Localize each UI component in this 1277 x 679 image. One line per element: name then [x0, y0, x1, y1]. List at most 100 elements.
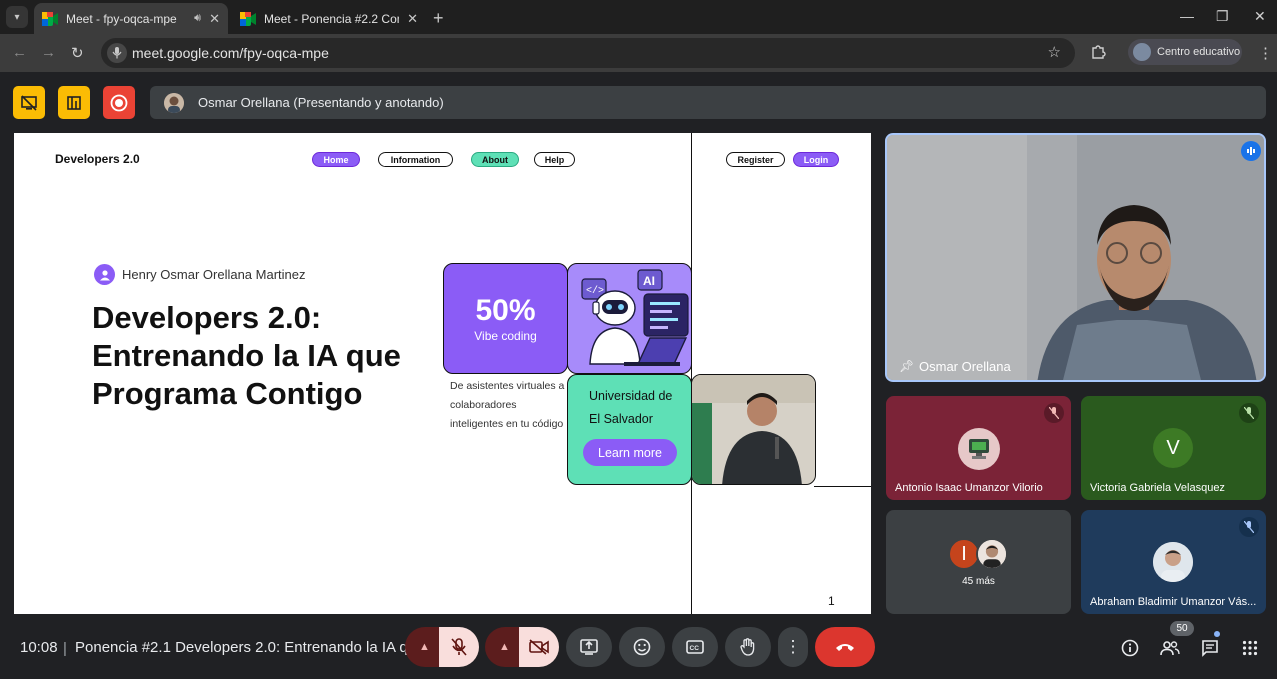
- hand-icon: [740, 638, 755, 656]
- presenter-avatar: [164, 92, 184, 113]
- presenting-text: Osmar Orellana (Presentando y anotando): [198, 95, 444, 110]
- more-participants-tile[interactable]: I 45 más: [886, 510, 1071, 614]
- stop-presenting-button[interactable]: [13, 86, 45, 119]
- back-arrow-icon[interactable]: ←: [12, 44, 27, 61]
- captions-button[interactable]: CC: [672, 627, 718, 667]
- robot-ai-badge: AI: [643, 274, 655, 288]
- university-name: Universidad de El Salvador: [589, 389, 673, 426]
- slide-brand: Developers 2.0: [55, 152, 140, 166]
- mic-off-icon: [1044, 403, 1064, 423]
- slide-nav-register: Register: [726, 152, 785, 167]
- whiteboard-button[interactable]: [58, 86, 90, 119]
- separator: |: [63, 640, 67, 657]
- record-icon: [110, 94, 128, 111]
- presenting-banner: Osmar Orellana (Presentando y anotando): [150, 86, 1266, 119]
- profile-label: Centro educativo: [1157, 46, 1241, 58]
- new-tab-button[interactable]: +: [433, 8, 444, 29]
- slide-divider-vertical: [691, 133, 692, 614]
- maximize-icon[interactable]: ❐: [1216, 8, 1229, 25]
- captions-icon: CC: [686, 640, 704, 654]
- reload-icon[interactable]: ↻: [71, 44, 84, 62]
- tab-title: Meet - Ponencia #2.2 Construy: [264, 11, 399, 26]
- university-card: Universidad de El Salvador Learn more: [567, 374, 692, 485]
- participant-avatar: [958, 428, 1000, 470]
- reactions-button[interactable]: [619, 627, 665, 667]
- tab-meet-ponencia[interactable]: Meet - Ponencia #2.2 Construy ✕: [232, 3, 426, 34]
- present-now-button[interactable]: [566, 627, 612, 667]
- activities-button[interactable]: [1239, 637, 1261, 659]
- svg-text:CC: CC: [690, 645, 700, 652]
- speaking-indicator-icon: [1241, 141, 1261, 161]
- people-button[interactable]: [1159, 637, 1181, 659]
- chevron-up-icon: ▲: [499, 641, 510, 653]
- more-options-button[interactable]: ⋮: [778, 627, 808, 667]
- profile-avatar: [1133, 43, 1151, 61]
- tab-title: Meet - fpy-oqca-mpe: [66, 11, 177, 26]
- browser-toolbar: ← → ↻ meet.google.com/fpy-oqca-mpe ☆ Cen…: [0, 34, 1277, 72]
- browser-tab-strip: ▾ Meet - fpy-oqca-mpe 🔊︎ ✕ Meet - Ponenc…: [0, 0, 1277, 34]
- more-vert-icon: ⋮: [784, 637, 802, 656]
- slide-description: De asistentes virtuales a colaboradores …: [450, 380, 565, 430]
- leave-call-button[interactable]: [815, 627, 875, 667]
- address-bar[interactable]: meet.google.com/fpy-oqca-mpe ☆: [101, 38, 1075, 68]
- close-tab-icon[interactable]: ✕: [209, 11, 220, 27]
- participant-name: Abraham Bladimir Umanzor Vás...: [1090, 596, 1257, 608]
- close-tab-icon[interactable]: ✕: [407, 11, 418, 27]
- more-participants-count: 45 más: [962, 576, 995, 587]
- profile-button[interactable]: Centro educativo: [1128, 39, 1242, 65]
- chat-icon: [1202, 640, 1218, 657]
- meeting-details-button[interactable]: [1119, 637, 1141, 659]
- extensions-icon[interactable]: [1090, 44, 1106, 60]
- people-icon: [1160, 641, 1180, 656]
- stat-value: 50%: [475, 294, 536, 327]
- meeting-clock: 10:08: [20, 639, 58, 656]
- forward-arrow-icon[interactable]: →: [41, 44, 56, 61]
- participant-avatar: [1153, 542, 1193, 582]
- recording-button[interactable]: [103, 86, 135, 119]
- close-window-icon[interactable]: ✕: [1254, 8, 1266, 25]
- meet-favicon-icon: [42, 11, 58, 26]
- camera-toggle-button[interactable]: [519, 627, 559, 667]
- participant-tile[interactable]: Abraham Bladimir Umanzor Vás...: [1081, 510, 1266, 614]
- chevron-up-icon: ▲: [419, 641, 430, 653]
- pin-icon[interactable]: 📌︎: [899, 359, 914, 373]
- apps-grid-icon: [1242, 640, 1258, 656]
- learn-more-button: Learn more: [583, 439, 677, 466]
- raise-hand-button[interactable]: [725, 627, 771, 667]
- tab-meet-active[interactable]: Meet - fpy-oqca-mpe 🔊︎ ✕: [34, 3, 228, 34]
- slide-nav-about: About: [471, 152, 519, 167]
- participant-avatar: [976, 538, 1008, 570]
- browser-menu-icon[interactable]: ⋮: [1258, 44, 1273, 62]
- presenter-video: [887, 135, 1264, 380]
- participant-tile[interactable]: V Victoria Gabriela Velasquez: [1081, 396, 1266, 500]
- participant-name: Antonio Isaac Umanzor Vilorio: [895, 482, 1043, 494]
- audio-playing-icon[interactable]: 🔊︎: [194, 12, 201, 25]
- camera-off-icon: [529, 639, 549, 655]
- info-icon: [1121, 639, 1139, 657]
- mic-toggle-button[interactable]: [439, 627, 479, 667]
- url-text: meet.google.com/fpy-oqca-mpe: [132, 45, 329, 61]
- robot-illustration-card: </> AI: [567, 263, 692, 374]
- meeting-title: Ponencia #2.1 Developers 2.0: Entrenando…: [75, 639, 421, 656]
- bookmark-star-icon[interactable]: ☆: [1048, 43, 1061, 61]
- stat-card: 50% Vibe coding: [443, 263, 568, 374]
- emoji-icon: [633, 638, 651, 656]
- chat-button[interactable]: [1199, 631, 1221, 659]
- presenter-video-tile[interactable]: 📌︎ Osmar Orellana: [885, 133, 1266, 382]
- mic-off-icon: [1239, 517, 1259, 537]
- slide-divider-horizontal: [814, 486, 871, 487]
- present-screen-icon: [580, 639, 598, 655]
- robot-coding-illustration: </> AI: [581, 269, 689, 366]
- site-info-icon[interactable]: [107, 43, 127, 63]
- minimize-icon[interactable]: —: [1180, 8, 1194, 24]
- tab-search-button[interactable]: ▾: [6, 6, 28, 28]
- slide-nav-help: Help: [534, 152, 575, 167]
- presenter-name: Osmar Orellana: [919, 359, 1011, 374]
- shared-presentation: Developers 2.0 Home Information About He…: [14, 133, 871, 614]
- participant-count-badge: 50: [1170, 621, 1194, 636]
- mic-off-icon: [451, 638, 467, 656]
- user-icon: [94, 264, 115, 285]
- participant-tile[interactable]: Antonio Isaac Umanzor Vilorio: [886, 396, 1071, 500]
- meet-favicon-icon: [240, 11, 256, 26]
- participant-avatar: V: [1153, 428, 1193, 468]
